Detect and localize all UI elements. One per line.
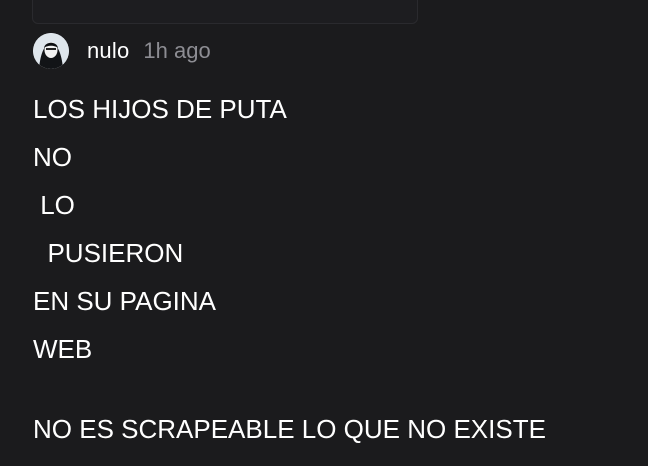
user-avatar-icon [33,33,69,69]
comment: nulo 1h ago LOS HIJOS DE PUTA NO LO PUSI… [33,32,633,453]
comment-author[interactable]: nulo [87,38,129,64]
avatar[interactable] [33,33,69,69]
comment-timestamp[interactable]: 1h ago [143,38,210,64]
previous-comment-card [32,0,418,24]
comment-body: LOS HIJOS DE PUTA NO LO PUSIERON EN SU P… [33,85,633,453]
comment-line: LO [33,190,75,220]
comment-line: LOS HIJOS DE PUTA [33,94,287,124]
comment-line: NO [33,142,72,172]
comment-closing-line: NO ES SCRAPEABLE LO QUE NO EXISTE [33,414,546,444]
comment-line: PUSIERON [33,238,184,268]
comment-header: nulo 1h ago [33,32,633,70]
comment-line: WEB [33,334,93,364]
comment-line: EN SU PAGINA [33,286,217,316]
